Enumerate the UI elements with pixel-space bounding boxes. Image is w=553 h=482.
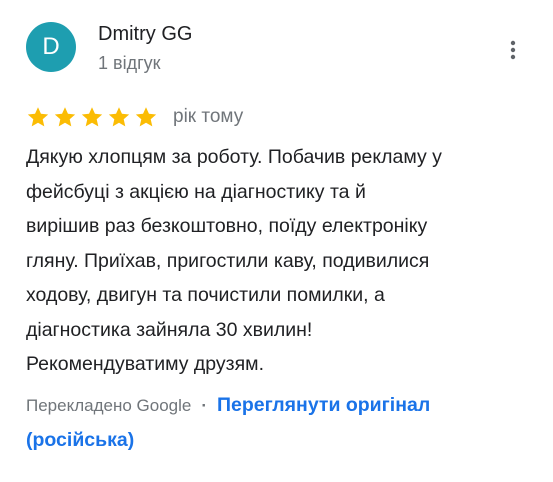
star-icon — [54, 107, 76, 127]
avatar[interactable]: D — [26, 22, 76, 72]
more-options-button[interactable] — [498, 30, 528, 70]
review-text-line: діагностика зайняла 30 хвилин! — [26, 318, 313, 341]
review-text-line: Рекомендуватиму друзям. — [26, 353, 264, 375]
star-icon — [27, 107, 49, 127]
separator-dot: · — [201, 396, 208, 415]
author-review-count[interactable]: 1 відгук — [98, 53, 161, 74]
view-original-link-text: Переглянути оригінал — [217, 394, 431, 416]
star-icon — [108, 107, 130, 127]
translation-row: Перекладено Google · Переглянути оригінал (… — [26, 388, 526, 458]
review-card: D Dmitry GG 1 відгук рік тому Дякую хлоп… — [0, 0, 553, 482]
more-vert-icon — [510, 40, 516, 60]
review-text-line: ходову, двигун та почистили помилки, а — [26, 284, 385, 306]
review-text-line: гляну. Приїхав, пригостили каву, подивил… — [26, 249, 430, 272]
rating-row: рік тому — [26, 103, 243, 131]
review-time: рік тому — [173, 106, 244, 127]
review-text-line: Дякую хлопцям за роботу. Побачив рекламу… — [26, 146, 442, 168]
view-original-link-language: (російська) — [26, 429, 135, 451]
review-text: Дякую хлопцям за роботу. Побачив рекламу… — [26, 140, 541, 382]
star-icon — [81, 107, 103, 127]
avatar-letter: D — [42, 33, 60, 60]
review-text-line: вирішив раз безкоштовно, поїду електроні… — [26, 215, 428, 237]
star-rating — [26, 105, 161, 129]
star-icon — [135, 107, 157, 127]
author-name[interactable]: Dmitry GG — [98, 23, 192, 46]
translation-note: Перекладено Google — [26, 396, 192, 415]
review-text-line: фейсбуці з акцією на діагностику та й — [26, 180, 366, 203]
